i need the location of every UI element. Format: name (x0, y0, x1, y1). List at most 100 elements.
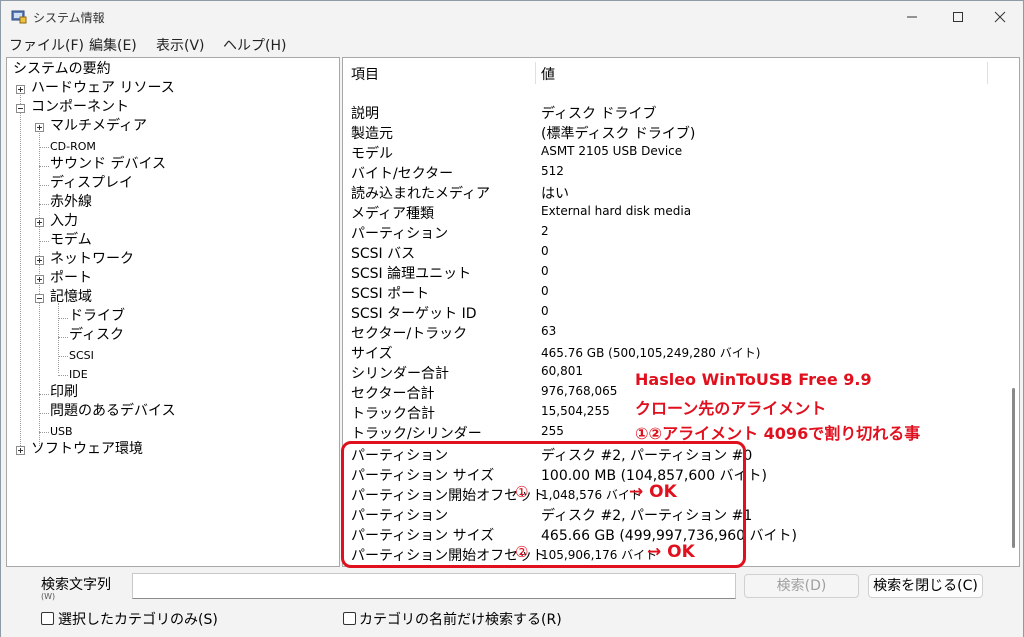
menu-view[interactable]: 表示(V) (156, 35, 205, 55)
table-row[interactable]: 説明 ディスク ドライブ (343, 102, 993, 122)
category-tree[interactable]: システムの要約 ハードウェア リソース コンポーネント マルチメディア CD-R… (6, 57, 340, 567)
collapse-icon[interactable] (16, 104, 25, 113)
tree-item-components[interactable]: コンポーネント (31, 98, 129, 116)
minimize-button[interactable] (889, 1, 935, 33)
column-divider[interactable] (987, 62, 988, 84)
row-key: SCSI バス (351, 246, 416, 262)
tree-item-sound-devices[interactable]: サウンド デバイス (50, 155, 166, 173)
tree-item-hardware-resources[interactable]: ハードウェア リソース (31, 79, 175, 97)
table-row[interactable]: SCSI ターゲット ID 0 (343, 302, 993, 322)
vertical-scrollbar[interactable] (1007, 58, 1019, 566)
row-value: 0 (541, 304, 549, 318)
row-key: パーティション (351, 226, 449, 242)
find-button[interactable]: 検索(D) (744, 574, 859, 598)
tree-guide-line (39, 204, 49, 205)
table-row[interactable]: サイズ 465.76 GB (500,105,249,280 バイト) (343, 342, 993, 362)
row-value: 465.76 GB (500,105,249,280 バイト) (541, 346, 761, 360)
row-value: 255 (541, 424, 564, 438)
window-title: システム情報 (33, 11, 105, 25)
row-value: ディスク ドライブ (541, 106, 657, 122)
tree-item-ports[interactable]: ポート (50, 269, 92, 287)
row-key: バイト/セクター (351, 166, 454, 182)
tree-guide-line (39, 432, 49, 433)
row-key: 製造元 (351, 126, 393, 142)
column-header-item[interactable]: 項目 (351, 64, 379, 84)
table-row[interactable]: SCSI ポート 0 (343, 282, 993, 302)
expand-icon[interactable] (16, 85, 25, 94)
search-panel: 検索文字列 (W) 検索(D) 検索を閉じる(C) 選択したカテゴリのみ(S) … (1, 569, 1023, 637)
system-info-app-icon (11, 10, 27, 24)
close-search-button[interactable]: 検索を閉じる(C) (868, 574, 983, 598)
close-icon (994, 11, 1006, 23)
row-key: シリンダー合計 (351, 366, 449, 382)
table-row[interactable]: SCSI バス 0 (343, 242, 993, 262)
scrollbar-thumb[interactable] (1012, 388, 1015, 548)
row-key: SCSI 論理ユニット (351, 266, 472, 282)
expand-icon[interactable] (35, 275, 44, 284)
collapse-icon[interactable] (35, 294, 44, 303)
row-key: SCSI ターゲット ID (351, 306, 477, 322)
expand-icon[interactable] (35, 256, 44, 265)
column-divider[interactable] (535, 62, 536, 84)
tree-guide-line (58, 318, 68, 319)
maximize-button[interactable] (935, 1, 981, 33)
menu-help[interactable]: ヘルプ(H) (223, 35, 286, 55)
category-names-checkbox[interactable] (343, 612, 356, 625)
row-value: はい (541, 186, 569, 202)
tree-guide-line (39, 130, 40, 446)
tree-item-disks[interactable]: ディスク (69, 326, 124, 344)
tree-item-ide[interactable]: IDE (69, 366, 88, 384)
tree-item-problem-devices[interactable]: 問題のあるデバイス (50, 402, 176, 420)
tree-item-printing[interactable]: 印刷 (50, 383, 78, 401)
tree-guide-line (58, 303, 59, 373)
tree-item-display[interactable]: ディスプレイ (50, 174, 133, 192)
row-key: メディア種類 (351, 206, 435, 222)
row-key: 説明 (351, 106, 379, 122)
close-button[interactable] (977, 1, 1023, 33)
tree-item-input[interactable]: 入力 (50, 212, 78, 230)
tree-item-scsi[interactable]: SCSI (69, 347, 94, 365)
table-row[interactable]: 製造元 (標準ディスク ドライブ) (343, 122, 993, 142)
menu-edit[interactable]: 編集(E) (89, 35, 137, 55)
tree-item-network[interactable]: ネットワーク (50, 250, 134, 268)
tree-item-usb[interactable]: USB (50, 423, 73, 441)
category-names-label: カテゴリの名前だけ検索する(R) (359, 612, 562, 628)
row-value: 63 (541, 324, 557, 338)
row-key: トラック合計 (351, 406, 435, 422)
tree-guide-line (58, 375, 68, 376)
tree-item-multimedia[interactable]: マルチメディア (50, 117, 147, 135)
expand-icon[interactable] (35, 218, 44, 227)
row-value: 0 (541, 244, 549, 258)
tree-item-infrared[interactable]: 赤外線 (50, 193, 92, 211)
menu-file[interactable]: ファイル(F) (9, 35, 84, 55)
maximize-icon (953, 12, 963, 22)
table-row[interactable]: SCSI 論理ユニット 0 (343, 262, 993, 282)
menu-bar: ファイル(F) 編集(E) 表示(V) ヘルプ(H) (1, 33, 1023, 57)
expand-icon[interactable] (35, 123, 44, 132)
column-header-value[interactable]: 値 (541, 64, 555, 84)
selected-category-checkbox[interactable] (41, 612, 54, 625)
row-value: 976,768,065 (541, 384, 618, 398)
table-row[interactable]: セクター/トラック 63 (343, 322, 993, 342)
tree-guide-line (39, 185, 49, 186)
search-label-accelerator: (W) (41, 592, 56, 601)
table-row[interactable]: バイト/セクター 512 (343, 162, 993, 182)
row-key: SCSI ポート (351, 286, 430, 302)
table-row[interactable]: パーティション 2 (343, 222, 993, 242)
tree-item-drives[interactable]: ドライブ (69, 307, 125, 325)
table-row[interactable]: メディア種類 External hard disk media (343, 202, 993, 222)
tree-item-software-environment[interactable]: ソフトウェア環境 (31, 440, 143, 458)
tree-item-storage[interactable]: 記憶域 (50, 288, 92, 306)
tree-item-cdrom[interactable]: CD-ROM (50, 138, 96, 156)
row-value: 512 (541, 164, 564, 178)
tree-item-system-summary[interactable]: システムの要約 (13, 60, 111, 78)
search-input[interactable] (132, 573, 736, 599)
table-row[interactable]: モデル ASMT 2105 USB Device (343, 142, 993, 162)
tree-guide-line (39, 413, 49, 414)
highlight-box (341, 441, 746, 568)
expand-icon[interactable] (16, 446, 25, 455)
tree-item-modem[interactable]: モデム (50, 231, 92, 249)
search-label: 検索文字列 (41, 577, 111, 593)
row-value: 15,504,255 (541, 404, 610, 418)
table-row[interactable]: 読み込まれたメディア はい (343, 182, 993, 202)
